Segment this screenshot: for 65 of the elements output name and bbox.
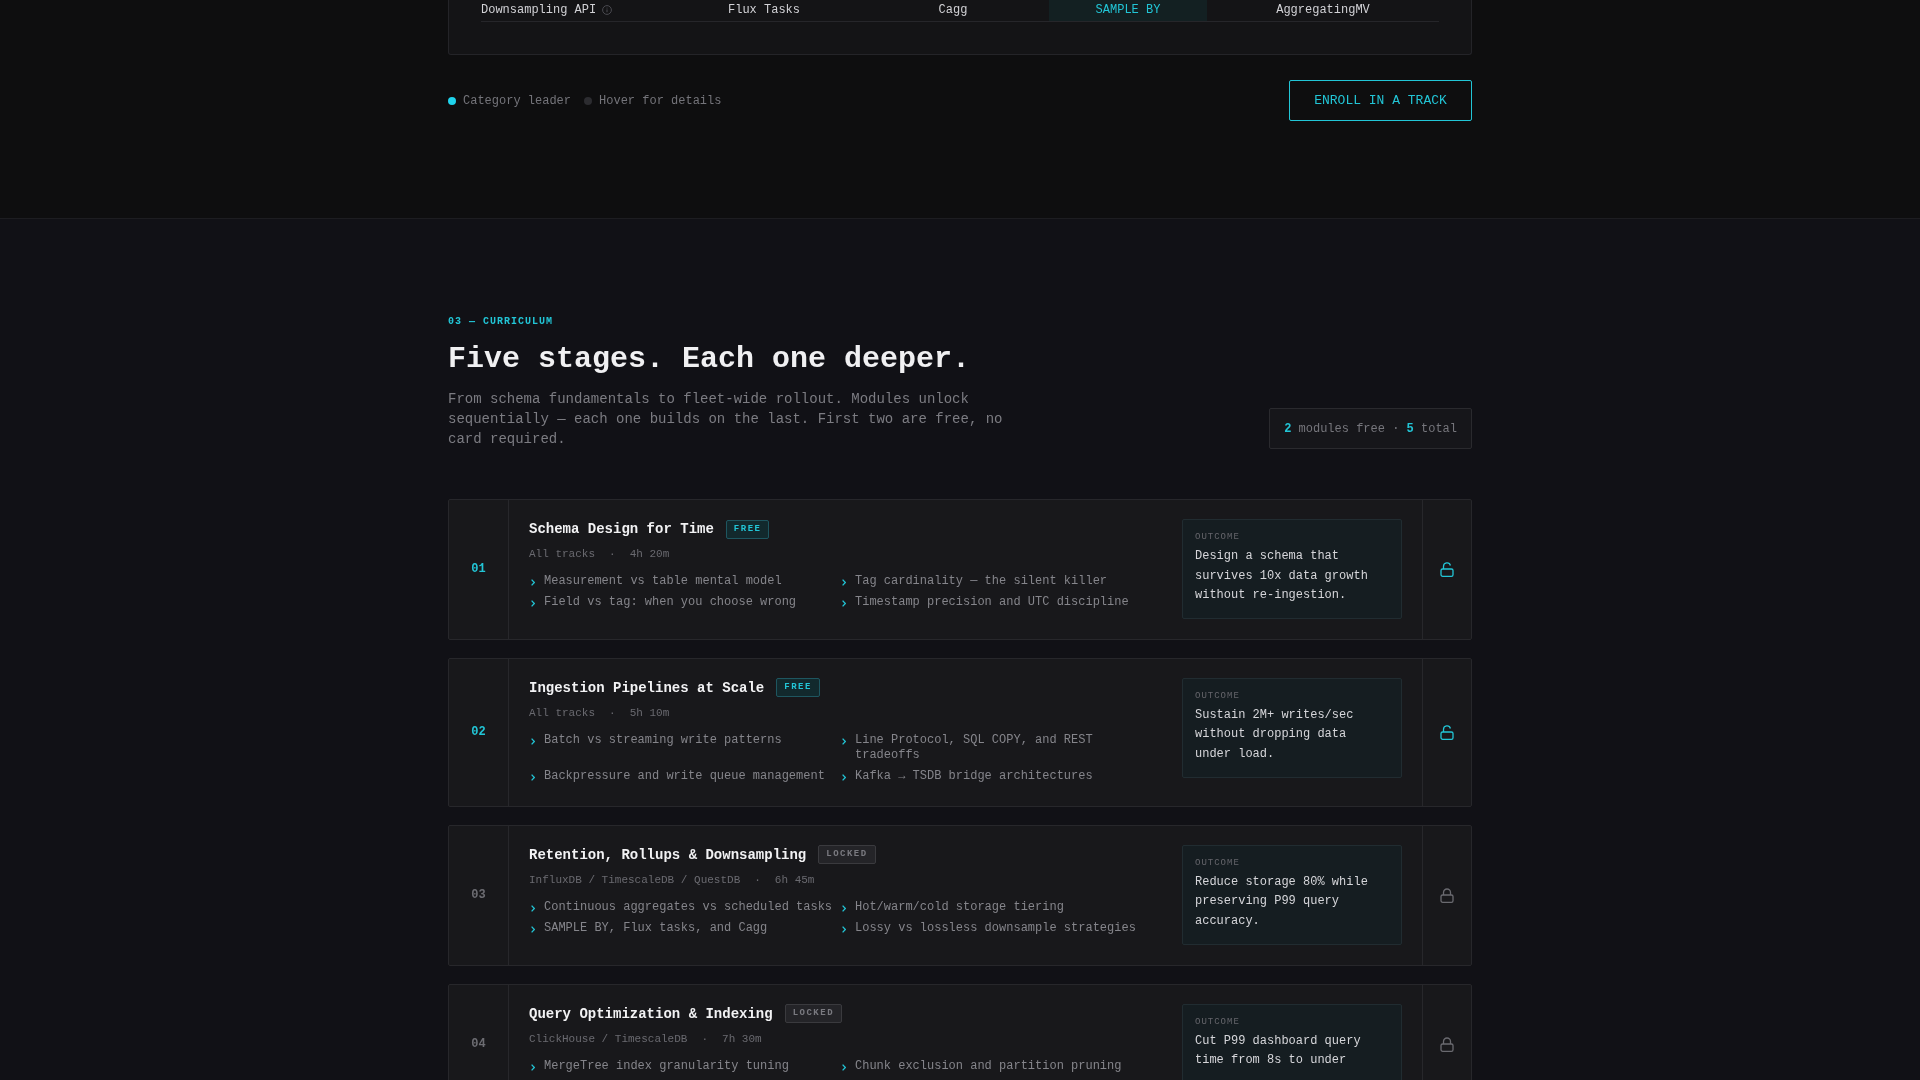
module-meta: ClickHouse / TimescaleDB · 7h 30m (529, 1031, 762, 1046)
chevron-icon (842, 1063, 846, 1071)
chevron-icon (531, 600, 535, 607)
outcome-label: OUTCOME (1195, 690, 1240, 702)
topic-item: Line Protocol, SQL COPY, and REST tradeoffs (855, 732, 1094, 763)
outcome-label: OUTCOME (1195, 532, 1240, 543)
outcome-label: OUTCOME (1195, 1016, 1240, 1028)
outcome-text: Sustain 2M+ writes/sec without dropping data under load. (1195, 706, 1355, 763)
topic-item: Chunk exclusion and partition pruning (855, 1058, 1122, 1074)
module-number: 02 (471, 724, 486, 742)
module-title: Retention, Rollups & Downsampling (529, 845, 807, 865)
topic-item: Timestamp precision and UTC discipline (855, 595, 1129, 610)
module-meta: All tracks · 4h 20m (529, 547, 670, 561)
module-meta: InfluxDB / TimescaleDB / QuestDB · 6h 45m (529, 872, 815, 887)
chevron-icon (842, 737, 846, 745)
section-description: From schema fundamentals to fleet-wide rollout. Modules unlock sequentially — each one builds on the last. First two are free, no card required. (448, 390, 1004, 449)
chevron-icon (531, 737, 535, 745)
legend-label: Category leader (463, 93, 572, 108)
module-status-badge: LOCKED (784, 1004, 843, 1024)
topic-item: Field vs tag: when you choose wrong (544, 595, 797, 610)
table-cell-text: Cagg (937, 2, 969, 19)
topic-item: Tag cardinality — the silent killer (855, 574, 1108, 589)
row-label: Downsampling API (481, 3, 597, 17)
topic-item: MergeTree index granularity tuning (544, 1058, 789, 1074)
topic-item: SAMPLE BY, Flux tasks, and Cagg (544, 920, 768, 936)
chevron-icon (842, 904, 846, 912)
topic-item: Measurement vs table mental model (544, 574, 782, 589)
chevron-icon (842, 600, 846, 607)
topic-item: Lossy vs lossless downsample strategies (855, 920, 1136, 936)
module-status-badge: FREE (776, 678, 820, 698)
topic-item: Continuous aggregates vs scheduled tasks (544, 899, 833, 915)
module-title: Query Optimization & Indexing (529, 1004, 773, 1024)
chevron-icon (531, 1063, 535, 1071)
module-number: 04 (471, 1036, 486, 1054)
outcome-label: OUTCOME (1195, 857, 1240, 869)
module-number: 01 (471, 561, 486, 579)
chevron-icon (531, 904, 535, 912)
topic-item: Kafka → TSDB bridge architectures (855, 768, 1093, 784)
chevron-icon (842, 773, 846, 781)
chevron-icon (531, 925, 535, 933)
outcome-text: Reduce storage 80% while preserving P99 query accuracy. (1195, 873, 1369, 930)
section-eyebrow: 03 — CURRICULUM (448, 315, 553, 329)
module-status-badge: FREE (725, 519, 770, 539)
outcome-text: Design a schema that survives 10x data growth without re-ingestion. (1195, 548, 1369, 605)
table-cell-text: AggregatingMV (1275, 2, 1371, 19)
legend-label: Hover for details (599, 93, 722, 108)
table-cell-text: Flux Tasks (727, 2, 801, 19)
module-status-badge: LOCKED (818, 845, 876, 865)
module-number: 03 (471, 887, 486, 905)
topic-item: Backpressure and write queue management (544, 768, 825, 784)
topic-item: Hot/warm/cold storage tiering (855, 899, 1064, 915)
outcome-text: Cut P99 dashboard query time from 8s to under (1195, 1032, 1362, 1070)
chevron-icon (842, 925, 846, 933)
table-cell: SAMPLE BY (1049, 0, 1207, 21)
section-heading: Five stages. Each one deeper. (448, 341, 971, 377)
chevron-icon (531, 579, 535, 586)
enroll-button[interactable]: ENROLL IN A TRACK (1289, 80, 1472, 121)
module-title: Schema Design for Time (529, 520, 714, 539)
chevron-icon (842, 579, 846, 586)
chevron-icon (531, 773, 535, 781)
module-meta: All tracks · 5h 10m (529, 705, 670, 720)
module-summary-badge: 2 modules free · 5 total (1269, 408, 1472, 449)
info-icon (602, 5, 613, 15)
module-title: Ingestion Pipelines at Scale (529, 678, 765, 698)
topic-item: Batch vs streaming write patterns (544, 732, 782, 748)
